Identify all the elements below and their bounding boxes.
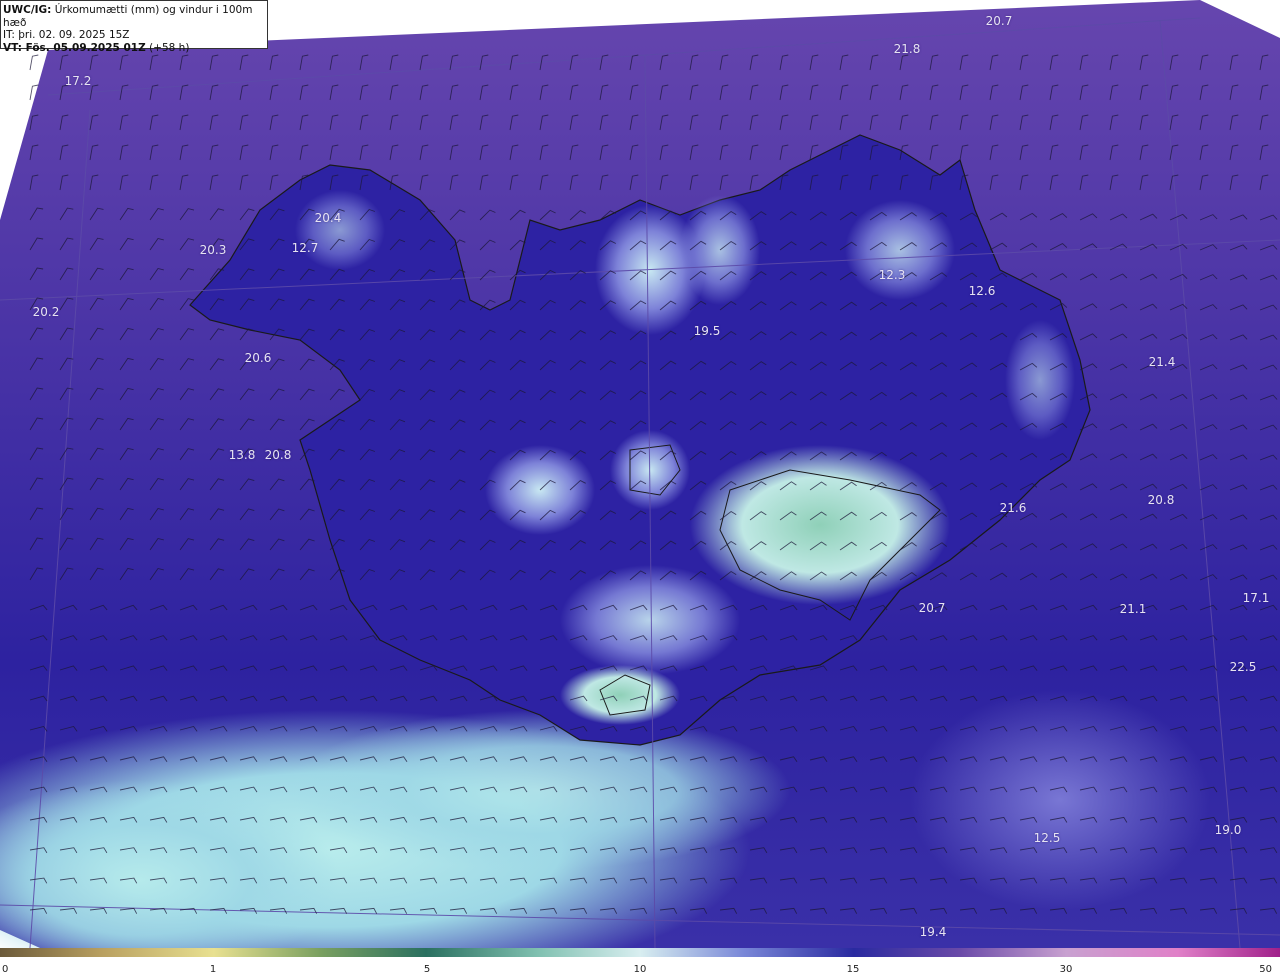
vatnajokull-precip: [690, 445, 950, 605]
colorbar-tick: 15: [846, 964, 860, 975]
colorbar-tick: 50: [1259, 964, 1272, 975]
colorbar-tick: 1: [209, 964, 217, 975]
lead-time: (+58 h): [145, 41, 190, 54]
value-label: 21.4: [1148, 355, 1176, 369]
value-label: 22.5: [1229, 660, 1257, 674]
value-label: 21.6: [999, 501, 1027, 515]
info-box: UWC/IG: Úrkomumætti (mm) og vindur i 100…: [0, 0, 268, 54]
value-label: 13.8: [228, 448, 256, 462]
wind-barb: [29, 54, 39, 71]
colorbar-tick: 5: [423, 964, 431, 975]
colorbar-strip: [0, 948, 1280, 957]
value-label: 19.4: [919, 925, 947, 939]
init-time: IT: þri. 02. 09. 2025 15Z: [3, 29, 130, 41]
value-label: 20.6: [244, 351, 272, 365]
valid-time-line: VT: Fös. 05.09.2025 01Z (+58 h): [3, 42, 267, 55]
value-label: 12.7: [291, 241, 319, 255]
value-label: 20.8: [264, 448, 292, 462]
value-label: 12.5: [1033, 831, 1061, 845]
value-label: 20.8: [1147, 493, 1175, 507]
value-label: 20.7: [985, 14, 1013, 28]
valid-time: VT: Fös. 05.09.2025 01Z: [3, 41, 146, 54]
precipitation-map: [0, 0, 1280, 948]
value-label: 19.0: [1214, 823, 1242, 837]
value-label: 20.4: [314, 211, 342, 225]
value-label: 19.5: [693, 324, 721, 338]
value-label: 20.2: [32, 305, 60, 319]
value-label: 20.3: [199, 243, 227, 257]
value-label: 17.2: [64, 74, 92, 88]
value-label: 12.3: [878, 268, 906, 282]
southeast-precip-area: [910, 690, 1210, 910]
title-prefix: UWC/IG:: [3, 4, 52, 16]
title-line: UWC/IG: Úrkomumætti (mm) og vindur i 100…: [3, 4, 267, 29]
colorbar-tick: 10: [633, 964, 647, 975]
colorbar: 0 1 5 10 15 30 50: [0, 948, 1280, 978]
myrdalsjokull-precip: [560, 665, 680, 725]
value-label: 17.1: [1242, 591, 1270, 605]
value-label: 21.1: [1119, 602, 1147, 616]
map-area[interactable]: 20.7 21.8 17.2 20.4 20.3 12.7 12.3 12.6 20.2 19.5…: [0, 0, 1280, 948]
value-label: 21.8: [893, 42, 921, 56]
colorbar-tick: 0: [2, 964, 9, 975]
value-label: 20.7: [918, 601, 946, 615]
value-label: 12.6: [968, 284, 996, 298]
colorbar-tick: 30: [1059, 964, 1073, 975]
